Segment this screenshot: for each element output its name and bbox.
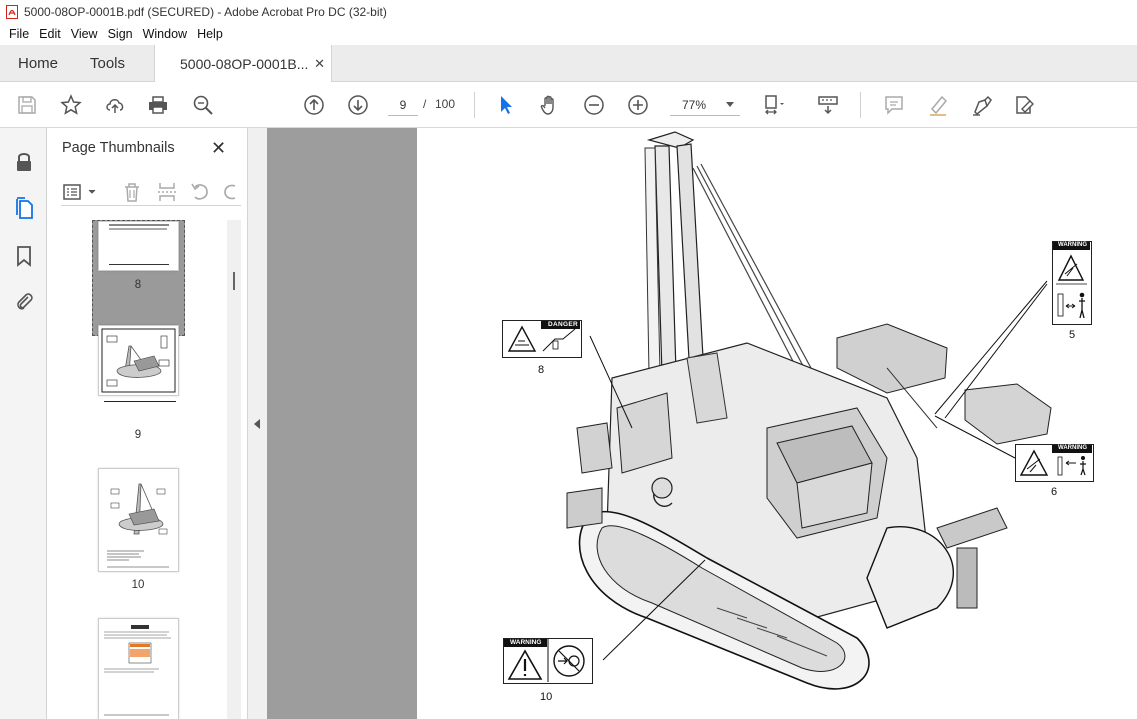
rotate-right-icon[interactable]	[221, 181, 237, 203]
thumbnails-scrollbar[interactable]	[227, 220, 241, 719]
lock-icon[interactable]	[12, 150, 36, 174]
star-icon[interactable]	[59, 93, 83, 117]
page-thumbnails-panel: Page Thumbnails ✕ 8 9 10	[47, 128, 248, 719]
next-page-icon[interactable]	[346, 93, 370, 117]
menu-bar: File Edit View Sign Window Help	[0, 24, 1137, 45]
page-number-input[interactable]	[388, 94, 418, 116]
thumbnails-panel-title: Page Thumbnails	[62, 140, 175, 156]
thumbnail-label-10: 10	[131, 579, 145, 591]
decal-warning-10: WARNING	[503, 638, 593, 684]
edit-pdf-icon[interactable]	[1012, 93, 1036, 117]
thumbnail-label-9: 9	[134, 429, 142, 441]
close-icon[interactable]: ✕	[211, 138, 226, 159]
decal-warning-6: WARNING	[1015, 444, 1094, 482]
chevron-down-icon[interactable]	[726, 102, 734, 107]
decal-number-10: 10	[540, 691, 553, 703]
thumbnail-toolbar	[61, 178, 241, 206]
previous-page-icon[interactable]	[302, 93, 326, 117]
page-separator: /	[423, 97, 427, 111]
menu-window[interactable]: Window	[138, 24, 192, 45]
title-bar: 5000-08OP-0001B.pdf (SECURED) - Adobe Ac…	[0, 0, 1137, 24]
delete-page-icon[interactable]	[121, 181, 143, 203]
insert-page-icon[interactable]	[156, 181, 178, 203]
thumbnail-options-icon[interactable]	[63, 182, 99, 202]
tab-document[interactable]: 5000-08OP-0001B... ✕	[154, 45, 332, 83]
collapse-left-icon[interactable]	[254, 419, 260, 429]
rotate-left-icon[interactable]	[189, 181, 211, 203]
window-title: 5000-08OP-0001B.pdf (SECURED) - Adobe Ac…	[24, 5, 387, 19]
menu-help[interactable]: Help	[192, 24, 228, 45]
tab-document-label: 5000-08OP-0001B...	[180, 56, 309, 72]
document-canvas-background	[267, 128, 417, 719]
decal-number-8: 8	[538, 364, 545, 376]
toolbar-divider	[474, 92, 475, 118]
menu-edit[interactable]: Edit	[34, 24, 66, 45]
zoom-in-icon[interactable]	[626, 93, 650, 117]
thumbnail-page-8[interactable]	[98, 221, 179, 271]
main-toolbar: / 100 77%	[0, 82, 1137, 128]
thumbnail-label-8: 8	[134, 279, 142, 291]
comment-icon[interactable]	[882, 93, 906, 117]
fit-page-icon[interactable]	[762, 93, 786, 117]
close-icon[interactable]: ✕	[314, 56, 325, 72]
decal-8-header: DANGER	[548, 321, 578, 328]
panel-collapse-strip[interactable]	[248, 128, 267, 719]
sign-pen-icon[interactable]	[970, 93, 994, 117]
bookmark-icon[interactable]	[12, 244, 36, 268]
decal-10-header: WARNING	[510, 639, 542, 646]
select-cursor-icon[interactable]	[494, 93, 518, 117]
save-icon[interactable]	[15, 93, 39, 117]
scroll-mode-icon[interactable]	[816, 93, 840, 117]
tab-bar: Home Tools 5000-08OP-0001B... ✕	[0, 45, 1137, 83]
thumbnail-page-9[interactable]	[98, 325, 179, 396]
pdf-page[interactable]: DANGER 8 WARNING 5 WARNING 6 WARNING 10	[417, 128, 1137, 719]
menu-sign[interactable]: Sign	[103, 24, 138, 45]
thumbnail-page-10[interactable]	[98, 468, 179, 572]
left-rail	[0, 128, 47, 719]
menu-view[interactable]: View	[66, 24, 103, 45]
decal-warning-5: WARNING	[1052, 241, 1092, 325]
page-thumbnails-icon[interactable]	[12, 196, 36, 220]
decal-number-5: 5	[1069, 329, 1076, 341]
decal-danger-8: DANGER	[502, 320, 582, 358]
thumbnail-page-11[interactable]	[98, 618, 179, 719]
hand-tool-icon[interactable]	[538, 93, 562, 117]
upload-cloud-icon[interactable]	[103, 93, 127, 117]
thumbnail-footer-rule	[104, 401, 176, 402]
menu-file[interactable]: File	[4, 24, 34, 45]
decal-5-header: WARNING	[1058, 242, 1087, 248]
zoom-search-icon[interactable]	[191, 93, 215, 117]
tab-home[interactable]: Home	[18, 45, 58, 82]
decal-number-6: 6	[1051, 486, 1058, 498]
print-icon[interactable]	[146, 93, 170, 117]
tab-tools[interactable]: Tools	[90, 45, 125, 82]
decal-6-header: WARNING	[1058, 445, 1087, 451]
attachment-icon[interactable]	[12, 289, 36, 313]
highlight-pen-icon[interactable]	[926, 93, 950, 117]
scrollbar-thumb[interactable]	[233, 272, 235, 290]
zoom-out-icon[interactable]	[582, 93, 606, 117]
pipelayer-machine-illustration	[566, 131, 1052, 690]
toolbar-divider	[860, 92, 861, 118]
acrobat-logo-icon	[6, 5, 18, 19]
total-pages: 100	[435, 97, 456, 111]
